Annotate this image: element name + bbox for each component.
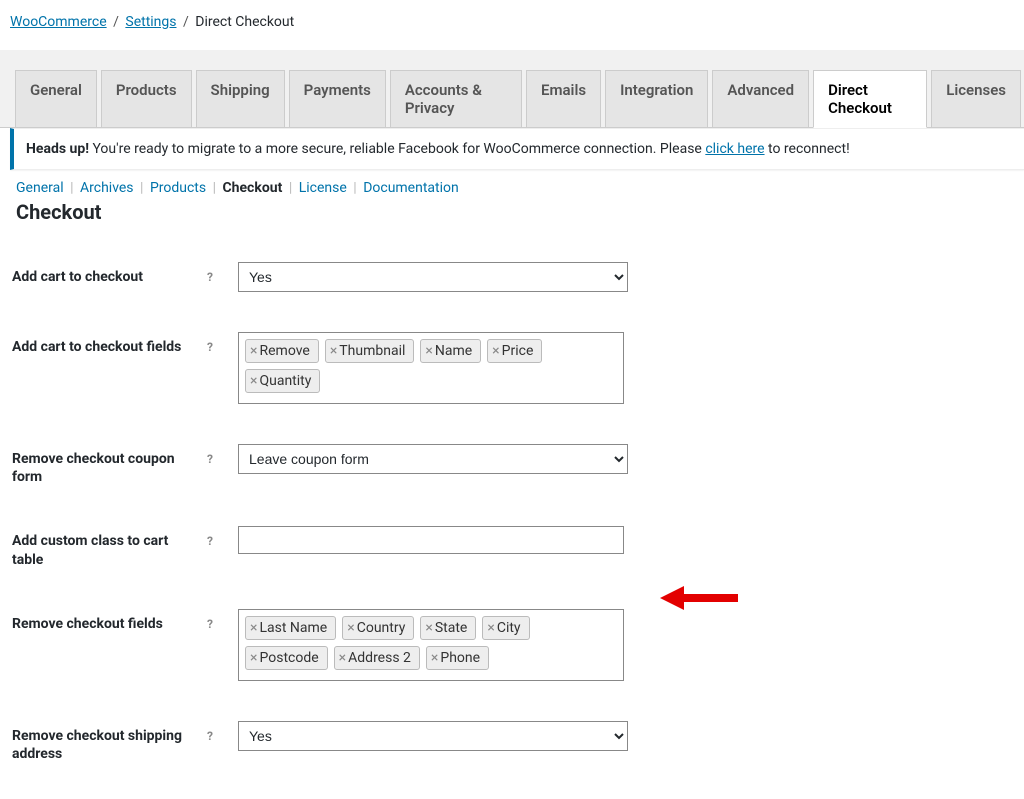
tag-item[interactable]: ×Postcode	[245, 646, 328, 670]
help-icon[interactable]: ?	[202, 451, 218, 467]
tag-item[interactable]: ×Thumbnail	[325, 339, 415, 363]
breadcrumb-sep: /	[110, 14, 122, 30]
tag-item[interactable]: ×Price	[487, 339, 542, 363]
label-remove-fields: Remove checkout fields	[12, 615, 198, 633]
tab-shipping[interactable]: Shipping	[196, 70, 285, 127]
tab-integration[interactable]: Integration	[605, 70, 708, 127]
label-remove-shipping: Remove checkout shipping address	[12, 727, 198, 763]
tab-advanced[interactable]: Advanced	[712, 70, 809, 127]
label-add-cart: Add cart to checkout	[12, 268, 198, 286]
breadcrumb-sep: /	[180, 14, 192, 30]
tab-payments[interactable]: Payments	[289, 70, 386, 127]
tab-general[interactable]: General	[15, 70, 97, 127]
multiselect-remove-fields[interactable]: ×Last Name×Country×State×City×Postcode×A…	[238, 609, 624, 681]
tab-direct-checkout[interactable]: Direct Checkout	[813, 70, 927, 128]
tag-label: Postcode	[259, 650, 318, 666]
row-custom-class: Add custom class to cart table ?	[10, 492, 1024, 574]
tag-label: City	[497, 620, 521, 636]
tag-remove-icon[interactable]: ×	[492, 344, 501, 358]
row-remove-coupon: Remove checkout coupon form ? Leave coup…	[10, 410, 1024, 492]
subnav-license[interactable]: License	[299, 180, 347, 196]
page-title: Checkout	[10, 200, 1024, 234]
tag-item[interactable]: ×Address 2	[334, 646, 420, 670]
row-remove-shipping: Remove checkout shipping address ? YesNo	[10, 687, 1024, 769]
select-remove-coupon[interactable]: Leave coupon formRemove coupon form	[238, 444, 628, 474]
breadcrumb-woocommerce[interactable]: WooCommerce	[10, 14, 107, 30]
tag-label: Remove	[259, 343, 309, 359]
tag-label: Phone	[440, 650, 480, 666]
facebook-migration-notice: Heads up! You're ready to migrate to a m…	[10, 128, 1024, 170]
help-icon[interactable]: ?	[202, 269, 218, 285]
tag-remove-icon[interactable]: ×	[487, 621, 496, 635]
select-add-cart[interactable]: YesNo	[238, 262, 628, 292]
tag-label: Thumbnail	[339, 343, 405, 359]
tag-label: Price	[502, 343, 534, 359]
label-remove-coupon: Remove checkout coupon form	[12, 450, 198, 486]
help-icon[interactable]: ?	[202, 616, 218, 632]
tag-item[interactable]: ×Country	[342, 616, 414, 640]
tag-label: Country	[357, 620, 406, 636]
tag-item[interactable]: ×Quantity	[245, 369, 320, 393]
breadcrumb: WooCommerce / Settings / Direct Checkout	[0, 0, 1024, 50]
tag-remove-icon[interactable]: ×	[431, 651, 440, 665]
row-add-cart: Add cart to checkout ? YesNo	[10, 234, 1024, 298]
row-add-cart-fields: Add cart to checkout fields ? ×Remove×Th…	[10, 298, 1024, 410]
tab-emails[interactable]: Emails	[526, 70, 601, 127]
tag-remove-icon[interactable]: ×	[347, 621, 356, 635]
tag-item[interactable]: ×Phone	[426, 646, 489, 670]
notice-heads-up: Heads up!	[26, 141, 89, 157]
tag-remove-icon[interactable]: ×	[250, 344, 259, 358]
help-icon[interactable]: ?	[202, 533, 218, 549]
tag-remove-icon[interactable]: ×	[250, 374, 259, 388]
notice-text-before: You're ready to migrate to a more secure…	[89, 141, 705, 157]
help-icon[interactable]: ?	[202, 728, 218, 744]
label-custom-class: Add custom class to cart table	[12, 532, 198, 568]
notice-text-after: to reconnect!	[765, 141, 850, 157]
tag-remove-icon[interactable]: ×	[330, 344, 339, 358]
subnav-archives[interactable]: Archives	[80, 180, 134, 196]
label-add-cart-fields: Add cart to checkout fields	[12, 338, 198, 356]
tag-remove-icon[interactable]: ×	[425, 344, 434, 358]
subnav-general[interactable]: General	[16, 180, 64, 196]
row-remove-fields: Remove checkout fields ? ×Last Name×Coun…	[10, 575, 1024, 687]
tab-licenses[interactable]: Licenses	[931, 70, 1021, 127]
breadcrumb-settings[interactable]: Settings	[125, 14, 176, 30]
tag-remove-icon[interactable]: ×	[425, 621, 434, 635]
subnav-products[interactable]: Products	[150, 180, 206, 196]
tab-accounts-privacy[interactable]: Accounts & Privacy	[390, 70, 522, 127]
subnav-checkout: Checkout	[223, 180, 283, 196]
tag-item[interactable]: ×Remove	[245, 339, 319, 363]
settings-form: Add cart to checkout ? YesNo Add cart to…	[10, 234, 1024, 769]
help-icon[interactable]: ?	[202, 339, 218, 355]
tag-label: Quantity	[259, 373, 311, 389]
tag-remove-icon[interactable]: ×	[250, 621, 259, 635]
select-remove-shipping[interactable]: YesNo	[238, 721, 628, 751]
tag-item[interactable]: ×Last Name	[245, 616, 336, 640]
breadcrumb-current: Direct Checkout	[195, 14, 294, 30]
tag-label: State	[435, 620, 468, 636]
tag-label: Address 2	[348, 650, 411, 666]
tag-remove-icon[interactable]: ×	[339, 651, 348, 665]
tag-item[interactable]: ×Name	[420, 339, 481, 363]
tab-bar: General Products Shipping Payments Accou…	[0, 50, 1024, 128]
input-custom-class[interactable]	[238, 526, 624, 554]
tag-label: Last Name	[259, 620, 327, 636]
multiselect-add-cart-fields[interactable]: ×Remove×Thumbnail×Name×Price×Quantity	[238, 332, 624, 404]
subnav-documentation[interactable]: Documentation	[363, 180, 459, 196]
tag-item[interactable]: ×State	[420, 616, 476, 640]
notice-click-here-link[interactable]: click here	[705, 141, 764, 157]
tab-products[interactable]: Products	[101, 70, 192, 127]
tag-remove-icon[interactable]: ×	[250, 651, 259, 665]
tag-label: Name	[435, 343, 472, 359]
content: Heads up! You're ready to migrate to a m…	[0, 128, 1024, 799]
tag-item[interactable]: ×City	[482, 616, 529, 640]
subnav: General | Archives | Products | Checkout…	[10, 170, 1024, 200]
